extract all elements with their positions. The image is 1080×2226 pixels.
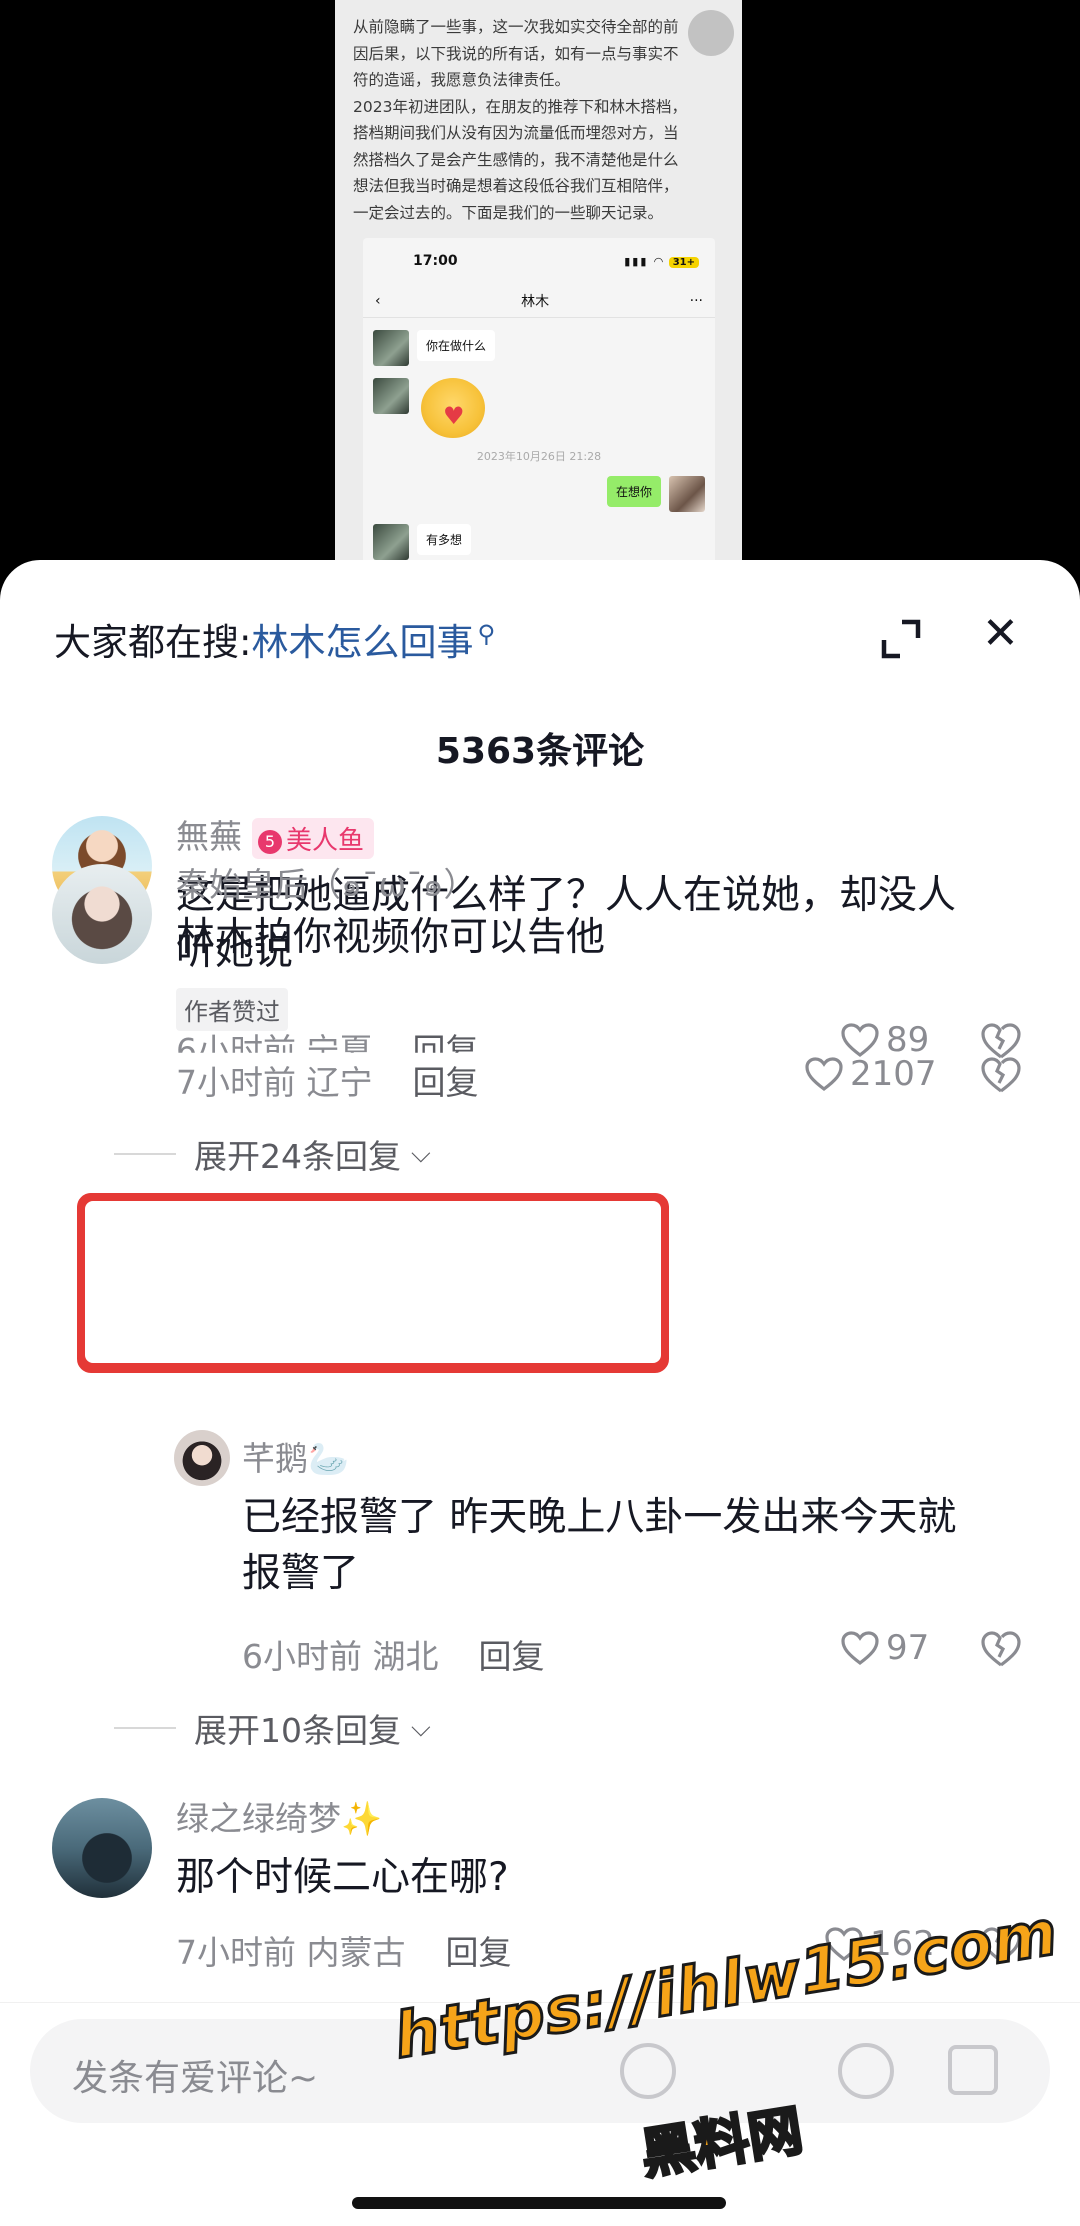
comment-meta: 7小时前 内蒙古 回复 [176,1926,512,1974]
comment-count: 5363条评论 [435,731,645,772]
comment-username[interactable]: 秦始皇后（๑¯ω¯๑） [176,858,477,911]
back-icon: ‹ [375,292,381,309]
chat-title: 林木 [521,293,550,310]
divider-line [114,1153,176,1155]
search-icon: ⚲ [477,619,496,648]
overlay-circle-icon [688,10,734,56]
at-mention-icon[interactable] [620,2043,676,2099]
reply-button[interactable]: 回复 [479,1637,545,1676]
close-icon[interactable]: ✕ [982,612,1019,656]
comment-line: 报警了 [242,1551,360,1596]
like-count: 2107 [850,1054,937,1094]
comment-username[interactable]: 無蕪 5 美人鱼 [176,810,375,859]
avatar[interactable] [52,864,152,964]
badge-text: 美人鱼 [286,826,365,856]
image-picker-icon[interactable] [948,2045,998,2095]
comment-text[interactable]: 那个时候二心在哪? [176,1850,509,1906]
input-placeholder: 发条有爱评论~ [72,2058,319,2099]
statement-text: 从前隐瞒了一些事，这一次我如实交待全部的前 因后果，以下我说的所有话，如有一点与… [335,0,742,226]
doc-line: 搭档期间我们从没有因为流量低而埋怨对方，当 [353,124,679,142]
contact-avatar [373,330,409,366]
doc-line: 一定会过去的。下面是我们的一些聊天记录。 [353,203,664,222]
doc-line: 想法但我当时确是想着这段低谷我们互相陪伴， [353,177,679,195]
contact-avatar [373,378,409,414]
doc-line: 从前隐瞒了一些事，这一次我如实交待全部的前 [353,18,679,36]
search-prefix: 大家都在搜: [54,621,252,664]
comment-text[interactable]: 已经报警了 昨天晚上八卦一发出来今天就 报警了 [242,1490,956,1602]
battery-icon: 31+ [668,257,699,268]
like-count: 97 [886,1628,930,1668]
chat-header: ‹ 林木 ··· [363,284,715,318]
comment-username[interactable]: 芊鹅🦢 [242,1432,349,1480]
expand-icon[interactable] [880,618,922,660]
comment-time-location: 6小时前 湖北 [242,1637,439,1676]
heart-sticker-icon [421,378,485,438]
chat-message [363,378,715,438]
avatar[interactable] [174,1430,230,1486]
expand-text: 展开24条回复 [194,1137,401,1176]
chat-screenshot: 17:00 ▮▮▮ ◠31+ ‹ 林木 ··· 你在做什么 2023年10月26… [363,238,715,570]
chevron-down-icon: ⌵ [411,1138,431,1169]
phone-signal-icons: ▮▮▮ ◠ 31+ [624,253,699,269]
suggested-search[interactable]: 大家都在搜:林木怎么回事 ⚲ [54,612,495,666]
home-indicator [352,2197,726,2209]
chat-message: 你在做什么 [363,330,715,366]
comment-time-location: 7小时前 内蒙古 [176,1933,406,1972]
comment-line: 已经报警了 昨天晚上八卦一发出来今天就 [242,1495,957,1540]
more-icon: ··· [689,292,703,309]
username-text[interactable]: 無蕪 [176,817,242,856]
heart-icon [805,1057,843,1092]
expand-replies-button[interactable]: 展开10条回复 ⌵ [114,1704,431,1752]
chat-timestamp: 2023年10月26日 21:28 [476,450,602,463]
search-term-link[interactable]: 林木怎么回事 [251,621,473,664]
chat-message: 有多想 [363,524,715,560]
dislike-icon[interactable] [980,1630,1022,1668]
doc-line: 因后果，以下我说的所有话，如有一点与事实不 [353,44,679,63]
avatar[interactable] [52,1798,152,1898]
statement-document: 从前隐瞒了一些事，这一次我如实交待全部的前 因后果，以下我说的所有话，如有一点与… [335,0,742,570]
chat-bubble: 有多想 [417,524,472,555]
heart-icon [841,1631,879,1666]
reply-button[interactable]: 回复 [446,1933,512,1972]
like-count: 89 [886,1020,930,1060]
chat-bubble: 在想你 [606,476,661,507]
comment-meta: 7小时前 辽宁 回复 [176,1056,479,1104]
doc-line: 然搭档久了是会产生感情的，我不清楚他是什么 [353,150,679,169]
like-button[interactable]: 2107 [804,1054,937,1094]
reply-button[interactable]: 回复 [413,1063,479,1102]
comment-time-location: 7小时前 辽宁 [176,1063,373,1102]
chat-bubble: 你在做什么 [417,330,496,361]
heart-icon [841,1023,879,1058]
phone-time: 17:00 [413,253,458,269]
phone-status-bar: 17:00 ▮▮▮ ◠ 31+ [363,238,715,284]
expand-replies-button[interactable]: 展开24条回复 ⌵ [114,1130,431,1178]
comment-meta: 6小时前 湖北 回复 [242,1630,545,1678]
dislike-icon[interactable] [980,1056,1022,1094]
video-area[interactable]: 从前隐瞒了一些事，这一次我如实交待全部的前 因后果，以下我说的所有话，如有一点与… [0,0,1080,600]
fan-badge: 5 美人鱼 [252,818,375,859]
chevron-down-icon: ⌵ [411,1712,431,1743]
red-highlight-box [77,1193,669,1371]
expand-text: 展开10条回复 [194,1711,401,1750]
divider-line [114,1727,176,1729]
badge-level: 5 [258,830,282,854]
contact-avatar [373,524,409,560]
chat-message: 在想你 [363,476,715,512]
dislike-icon[interactable] [980,1022,1022,1060]
my-avatar [669,476,705,512]
doc-line: 2023年初进团队，在朋友的推荐下和林木搭档， [353,97,687,116]
doc-line: 符的造谣，我愿意负法律责任。 [353,71,571,89]
comment-username[interactable]: 绿之绿绮梦✨ [176,1792,382,1840]
like-button[interactable]: 89 [840,1020,929,1060]
like-button[interactable]: 97 [840,1628,929,1668]
comment-text[interactable]: 林木拍你视频你可以告他 [176,910,605,966]
emoji-icon[interactable] [838,2043,894,2099]
